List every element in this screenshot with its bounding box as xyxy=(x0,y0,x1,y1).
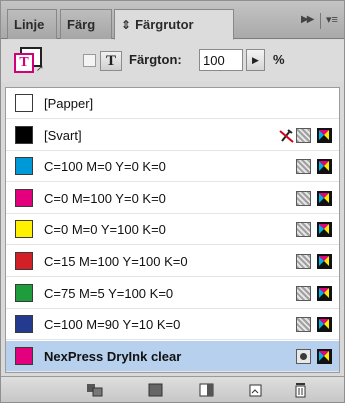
swatch-name: C=75 M=5 Y=100 K=0 xyxy=(44,286,174,301)
process-icon xyxy=(296,254,311,269)
spot-icon xyxy=(296,349,311,364)
tab-label: Linje xyxy=(14,17,45,32)
swatch-name: [Svart] xyxy=(44,128,82,143)
cmyk-icon xyxy=(317,128,332,143)
trash-icon[interactable] xyxy=(291,381,311,399)
double-chevron-right-icon[interactable]: ▶▶ xyxy=(301,14,314,25)
process-icon xyxy=(296,159,311,174)
fill-stroke-selector[interactable]: T ↗ xyxy=(14,47,44,74)
new-color-group-icon[interactable] xyxy=(146,381,166,399)
swatch-color-chip xyxy=(15,315,33,333)
swatch-color-chip xyxy=(15,94,33,112)
no-edit-icon xyxy=(278,127,296,145)
swatch-list[interactable]: [Papper] [Svart] C=100 M=0 Y=0 K=0 C=0 M=10… xyxy=(5,87,340,373)
swatch-color-chip xyxy=(15,189,33,207)
cmyk-icon xyxy=(317,254,332,269)
tab-label: Färg xyxy=(67,17,96,32)
swatch-name: C=15 M=100 Y=100 K=0 xyxy=(44,254,188,269)
cmyk-icon xyxy=(317,159,332,174)
swatch-color-chip xyxy=(15,126,33,144)
swatch-row[interactable]: C=0 M=100 Y=0 K=0 xyxy=(6,183,339,214)
cmyk-icon xyxy=(317,317,332,332)
panel-menu-icon[interactable]: ▾≡ xyxy=(326,13,338,26)
process-icon xyxy=(296,128,311,143)
process-icon xyxy=(296,286,311,301)
panel-tab-bar: Linje Färg ⇕ Färgrutor ▶▶ ▾≡ xyxy=(1,1,344,40)
tab-label: Färgrutor xyxy=(135,17,194,32)
swatch-name: C=100 M=0 Y=0 K=0 xyxy=(44,159,166,174)
swatch-color-chip xyxy=(15,220,33,238)
swatch-row[interactable]: [Svart] xyxy=(6,120,339,151)
swatch-name: C=0 M=100 Y=0 K=0 xyxy=(44,191,166,206)
formatting-affects-text-button[interactable]: T xyxy=(100,51,122,71)
tab-linje[interactable]: Linje xyxy=(7,9,57,39)
swatch-tools-row: T ↗ T Färgton: ▶ % xyxy=(1,40,344,82)
swatch-name: C=0 M=0 Y=100 K=0 xyxy=(44,222,166,237)
swatch-row[interactable]: C=0 M=0 Y=100 K=0 xyxy=(6,214,339,245)
swatch-name: [Papper] xyxy=(44,96,94,111)
tab-menu-divider xyxy=(320,13,321,29)
swatch-row[interactable]: C=100 M=90 Y=10 K=0 xyxy=(6,309,339,340)
swatch-color-chip xyxy=(15,252,33,270)
fill-text-letter: T xyxy=(19,55,29,70)
tint-label: Färgton: xyxy=(129,52,182,67)
diamond-arrows-icon: ⇕ xyxy=(121,17,132,32)
tint-slider-arrow-button[interactable]: ▶ xyxy=(246,49,265,71)
tint-swatch-icon[interactable] xyxy=(197,381,217,399)
cmyk-icon xyxy=(317,222,332,237)
swatch-row[interactable]: [Papper] xyxy=(6,88,339,119)
swatch-color-chip xyxy=(15,157,33,175)
tab-farg[interactable]: Färg xyxy=(60,9,112,39)
swatch-row[interactable]: NexPress DryInk clear xyxy=(6,341,339,372)
fill-box[interactable]: T xyxy=(14,53,34,73)
swatch-color-chip xyxy=(15,347,33,365)
swatch-row[interactable]: C=15 M=100 Y=100 K=0 xyxy=(6,246,339,277)
cmyk-icon xyxy=(317,286,332,301)
cmyk-icon xyxy=(317,349,332,364)
formatting-affects-container-button[interactable] xyxy=(83,54,96,67)
cmyk-icon xyxy=(317,191,332,206)
text-button-label: T xyxy=(105,53,116,69)
tint-input[interactable] xyxy=(199,49,243,71)
swatch-name: C=100 M=90 Y=10 K=0 xyxy=(44,317,181,332)
process-icon xyxy=(296,191,311,206)
tint-unit: % xyxy=(273,52,285,67)
swatches-panel: Linje Färg ⇕ Färgrutor ▶▶ ▾≡ T ↗ T Färgt… xyxy=(0,0,345,403)
swatch-row[interactable]: C=75 M=5 Y=100 K=0 xyxy=(6,278,339,309)
process-icon xyxy=(296,222,311,237)
swatch-group-icon[interactable] xyxy=(85,381,105,399)
swap-arrow-icon[interactable]: ↗ xyxy=(36,63,44,74)
tab-fargrutor[interactable]: ⇕ Färgrutor xyxy=(114,9,234,40)
swatch-name: NexPress DryInk clear xyxy=(44,349,182,364)
new-swatch-icon[interactable] xyxy=(246,381,266,399)
process-icon xyxy=(296,317,311,332)
swatch-color-chip xyxy=(15,284,33,302)
panel-bottom-bar xyxy=(1,376,344,402)
swatch-row[interactable]: C=100 M=0 Y=0 K=0 xyxy=(6,151,339,182)
